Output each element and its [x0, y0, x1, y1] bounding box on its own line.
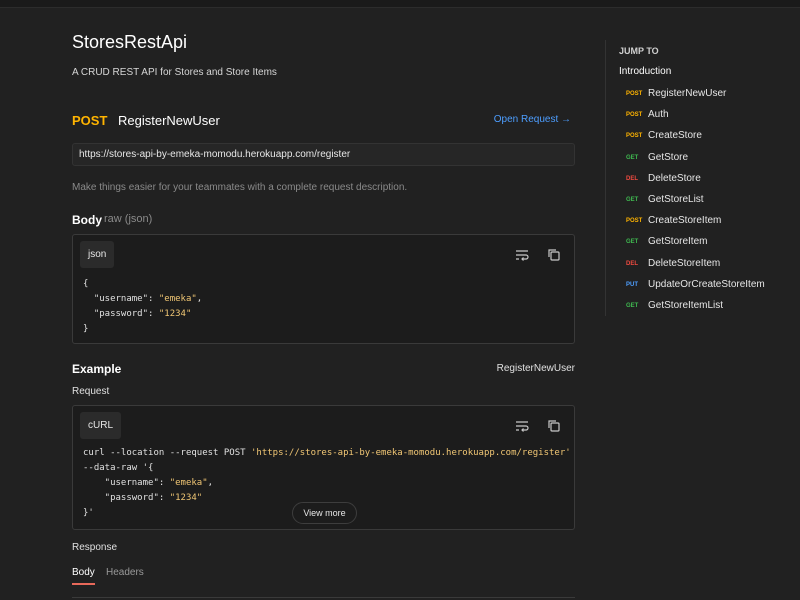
request-description[interactable]: Make things easier for your teammates wi…	[72, 182, 407, 193]
example-request-label: Request	[72, 386, 110, 397]
sidebar-item-label: DeleteStoreItem	[648, 257, 721, 269]
page-subtitle: A CRUD REST API for Stores and Store Ite…	[72, 67, 277, 78]
sidebar-item-label: Auth	[648, 109, 669, 121]
copy-icon[interactable]	[546, 247, 562, 263]
sidebar-item-deletestoreitem[interactable]: DEL DeleteStoreItem	[626, 258, 796, 272]
sidebar-item-updateorcreatestoreitem[interactable]: PUT UpdateOrCreateStoreItem	[626, 279, 796, 293]
sidebar-item-method: PUT	[626, 281, 638, 288]
body-type: raw (json)	[104, 213, 153, 225]
copy-icon[interactable]	[546, 418, 562, 434]
sidebar-item-method: GET	[626, 303, 639, 309]
top-bar	[0, 0, 800, 8]
sidebar-item-getstorelist[interactable]: GET GetStoreList	[626, 194, 796, 208]
sidebar-item-auth[interactable]: POST Auth	[626, 109, 796, 123]
sidebar-item-createstore[interactable]: POST CreateStore	[626, 130, 796, 144]
jump-to-heading: JUMP TO	[619, 46, 659, 56]
curl-lang-chip[interactable]: cURL	[80, 412, 122, 439]
page-title: StoresRestApi	[72, 32, 188, 52]
tab-headers[interactable]: Headers	[106, 567, 144, 578]
sidebar-item-method: GET	[626, 239, 639, 246]
sidebar-item-getstoreitemlist[interactable]: GET GetStoreItemList	[626, 300, 796, 314]
wrap-lines-icon[interactable]	[514, 247, 530, 263]
open-request-link[interactable]: Open Request →	[494, 114, 571, 125]
sidebar-item-method: DEL	[626, 175, 638, 182]
sidebar-item-createstoreitem[interactable]: POST CreateStoreItem	[626, 215, 796, 229]
sidebar-item-deletestore[interactable]: DEL DeleteStore	[626, 173, 796, 187]
tab-body[interactable]: Body	[72, 567, 95, 585]
example-label: Example	[72, 362, 122, 376]
request-header: POST RegisterNewUser Open Request →	[72, 113, 575, 129]
wrap-lines-icon[interactable]	[514, 418, 530, 434]
sidebar-item-label: GetStoreList	[648, 194, 704, 205]
sidebar-item-introduction[interactable]: Introduction	[619, 66, 671, 77]
sidebar-item-label: CreateStore	[648, 130, 702, 142]
sidebar-item-getstoreitem[interactable]: GET GetStoreItem	[626, 236, 796, 250]
sidebar-item-label: UpdateOrCreateStoreItem	[648, 278, 765, 290]
sidebar-item-label: RegisterNewUser	[648, 88, 727, 99]
curl-code-block: cURL curl --location --request POST 'htt…	[72, 405, 575, 530]
sidebar-item-method: POST	[626, 91, 643, 97]
sidebar-item-label: CreateStoreItem	[648, 215, 722, 227]
sidebar-item-label: GetStore	[648, 151, 689, 163]
response-label: Response	[72, 542, 118, 553]
sidebar-item-label: GetStoreItem	[648, 236, 708, 248]
sidebar-item-registernewuser[interactable]: POST RegisterNewUser	[626, 88, 796, 102]
body-code: { "username": "emeka", "password": "1234…	[83, 279, 203, 334]
request-name: RegisterNewUser	[118, 113, 220, 128]
example-name[interactable]: RegisterNewUser	[497, 363, 575, 374]
body-label: Body	[72, 213, 102, 227]
sidebar-item-method: POST	[626, 112, 643, 119]
sidebar-item-label: DeleteStore	[648, 172, 701, 184]
sidebar-item-method: POST	[626, 133, 643, 140]
sidebar-item-getstore[interactable]: GET GetStore	[626, 152, 796, 166]
request-url[interactable]: https://stores-api-by-emeka-momodu.herok…	[72, 143, 575, 166]
view-more-button[interactable]: View more	[292, 502, 357, 524]
sidebar-item-method: GET	[626, 197, 639, 203]
request-method: POST	[72, 113, 108, 128]
body-code-block: json { "username": "emeka", "password": …	[72, 234, 575, 344]
sidebar-item-method: GET	[626, 154, 639, 161]
sidebar-item-label: GetStoreItemList	[648, 300, 724, 311]
jump-to-sidebar: JUMP TO Introduction POST RegisterNewUser…	[605, 40, 800, 316]
sidebar-item-method: DEL	[626, 260, 638, 267]
sidebar-item-method: POST	[626, 218, 643, 225]
body-lang-chip[interactable]: json	[80, 241, 115, 268]
